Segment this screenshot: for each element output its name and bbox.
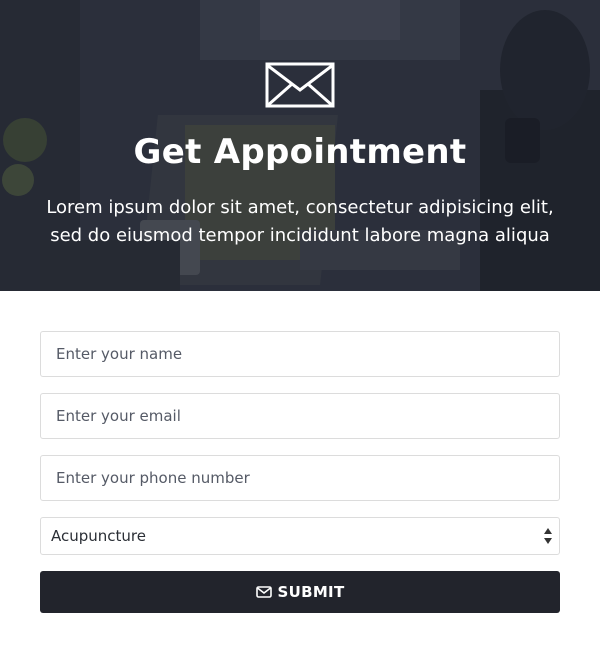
email-input[interactable] <box>40 393 560 439</box>
hero-description: Lorem ipsum dolor sit amet, consectetur … <box>46 197 554 246</box>
envelope-icon <box>255 586 272 598</box>
page-title: Get Appointment <box>133 132 467 172</box>
hero-content: Get Appointment Lorem ipsum dolor sit am… <box>0 0 600 291</box>
envelope-icon <box>265 62 335 108</box>
appointment-form: Acupuncture SUBMIT <box>40 331 560 613</box>
name-input[interactable] <box>40 331 560 377</box>
submit-button[interactable]: SUBMIT <box>40 571 560 613</box>
service-select[interactable]: Acupuncture <box>40 517 560 555</box>
select-arrows-icon <box>544 528 552 544</box>
service-select-value: Acupuncture <box>51 527 146 545</box>
submit-label: SUBMIT <box>277 583 345 601</box>
phone-input[interactable] <box>40 455 560 501</box>
hero-banner: Get Appointment Lorem ipsum dolor sit am… <box>0 0 600 291</box>
